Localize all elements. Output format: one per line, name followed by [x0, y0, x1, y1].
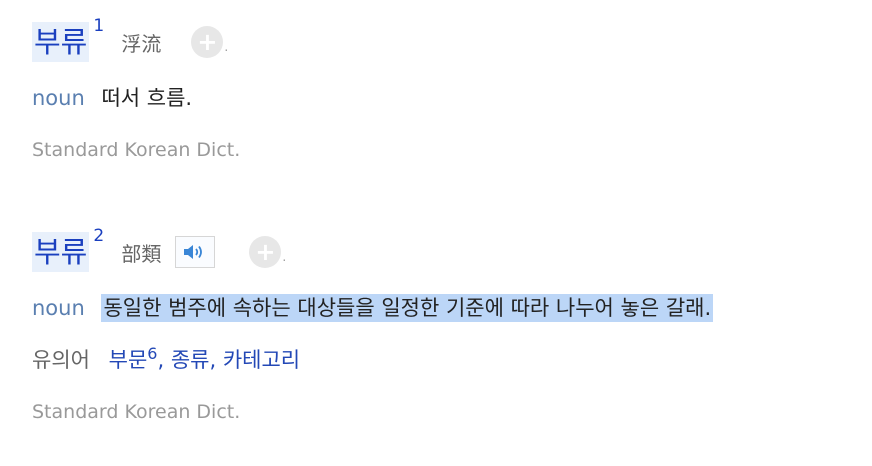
definition-row: noun 떠서 흐름.: [32, 82, 872, 114]
part-of-speech: noun: [32, 86, 85, 110]
add-to-wordbook-button[interactable]: +: [249, 236, 282, 268]
synonym-link[interactable]: 종류: [171, 348, 210, 372]
entry-word[interactable]: 부류 1: [32, 16, 104, 62]
definition-row: noun 동일한 범주에 속하는 대상들을 일정한 기준에 따라 나누어 놓은 …: [32, 292, 872, 324]
part-of-speech: noun: [32, 296, 85, 320]
entry-header: 부류 1 浮流 + .: [32, 16, 872, 64]
synonym-separator: ,: [157, 348, 171, 372]
dictionary-entry-2: 부류 2 部類 + . noun 동일한 범주에 속하는 대상들을 일정한 기준에…: [32, 226, 872, 426]
definition-text: 떠서 흐름.: [101, 86, 193, 110]
speaker-icon: [184, 245, 203, 259]
dictionary-entry-1: 부류 1 浮流 + . noun 떠서 흐름. Standard Korean D…: [32, 16, 872, 164]
hanja-text: 浮流: [121, 31, 162, 56]
source-label[interactable]: Standard Korean Dict.: [32, 136, 872, 164]
pronunciation-button[interactable]: [175, 236, 216, 268]
source-label[interactable]: Standard Korean Dict.: [32, 398, 872, 426]
plus-icon: +: [255, 238, 276, 266]
homonym-number: 2: [93, 226, 105, 246]
entry-word[interactable]: 부류 2: [32, 226, 104, 272]
homonym-number: 1: [93, 16, 105, 36]
definition-text: 동일한 범주에 속하는 대상들을 일정한 기준에 따라 나누어 놓은 갈래.: [101, 294, 714, 322]
add-to-wordbook-button[interactable]: +: [191, 26, 224, 58]
synonym-separator: ,: [209, 348, 223, 372]
add-dot: .: [224, 40, 229, 54]
synonyms-row: 유의어 부문6, 종류, 카테고리: [32, 344, 872, 376]
synonym-homonym-number: 6: [147, 344, 158, 363]
plus-icon: +: [197, 28, 218, 56]
hanja-text: 部類: [121, 241, 162, 266]
synonyms-label: 유의어: [32, 348, 90, 372]
synonym-link[interactable]: 부문6: [108, 346, 158, 373]
synonym-link[interactable]: 카테고리: [223, 348, 300, 372]
entry-word-text: 부류: [34, 235, 88, 269]
entry-header: 부류 2 部類 + .: [32, 226, 872, 274]
synonym-text: 부문: [108, 348, 148, 372]
add-dot: .: [282, 250, 287, 264]
entry-word-text: 부류: [34, 25, 88, 59]
